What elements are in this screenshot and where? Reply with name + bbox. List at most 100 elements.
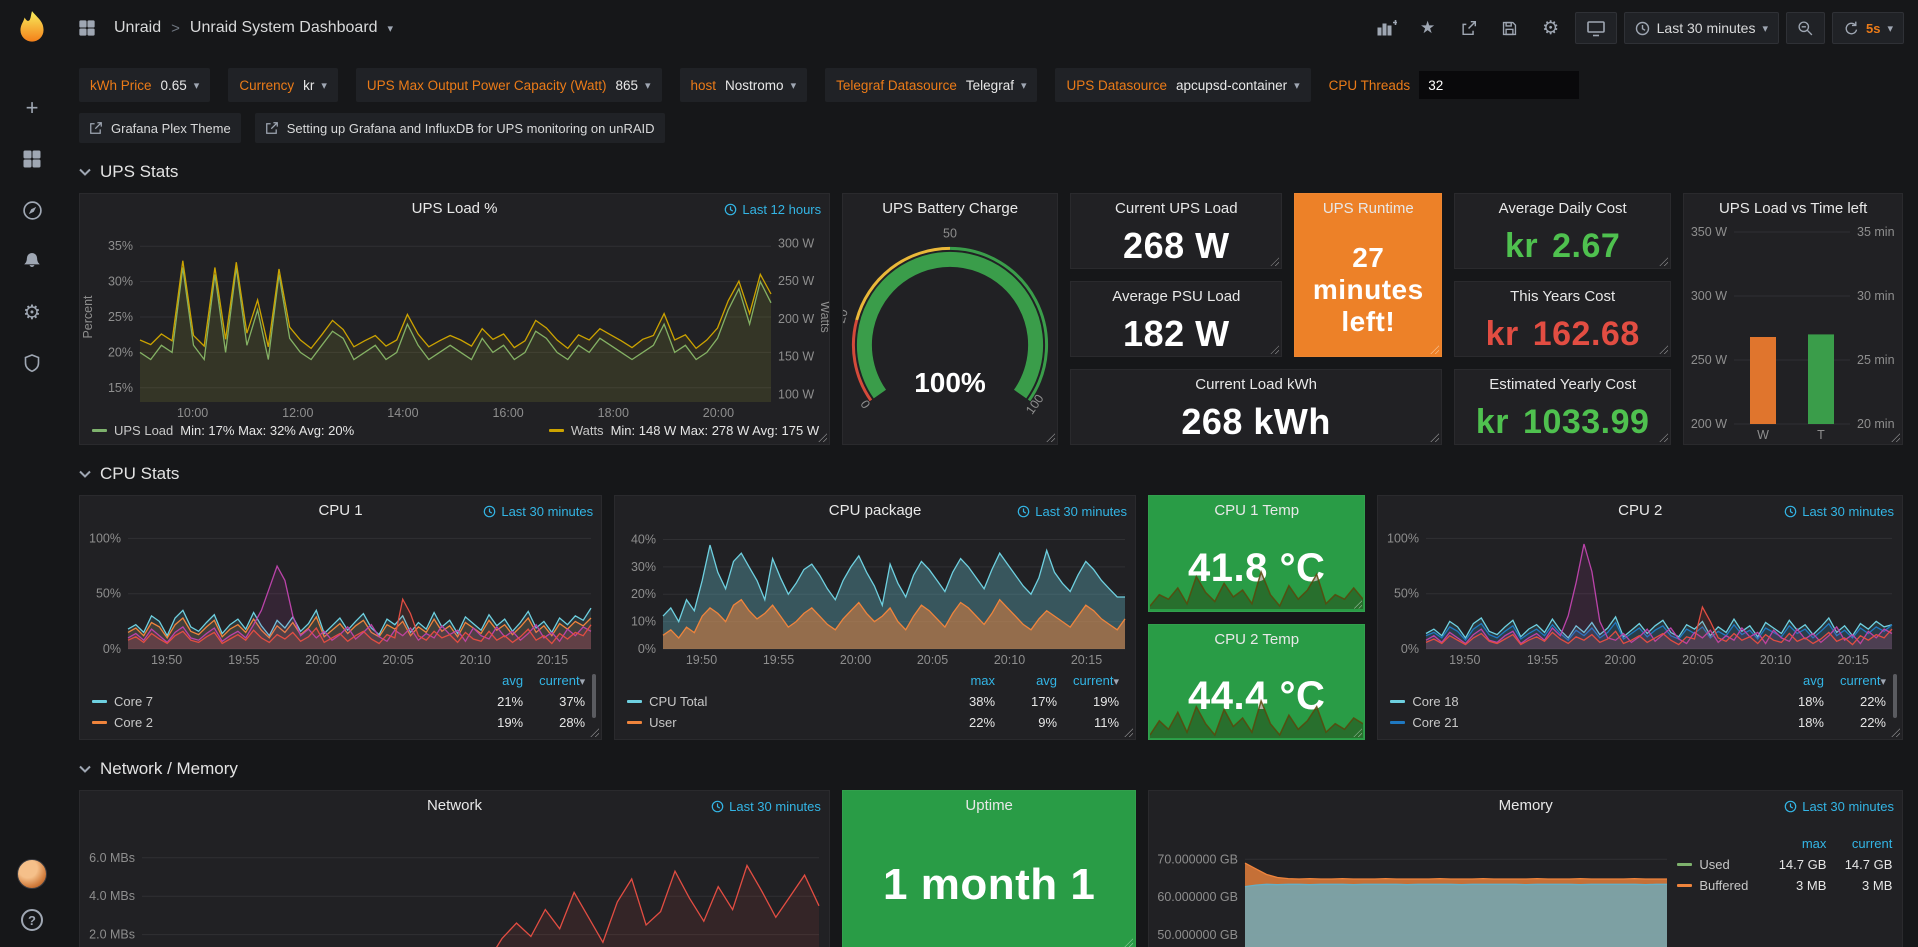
settings-gear-icon[interactable]: ⚙ xyxy=(1534,12,1568,44)
legend-sort-current[interactable]: current xyxy=(1826,836,1892,851)
stat-value: kr1033.99 xyxy=(1455,400,1670,444)
svg-text:20:00: 20:00 xyxy=(1605,653,1636,667)
section-network-memory[interactable]: Network / Memory xyxy=(79,759,1903,779)
panel-time-override[interactable]: Last 30 minutes xyxy=(1784,799,1894,814)
network-chart[interactable]: 6.0 MBs4.0 MBs2.0 MBs xyxy=(80,821,829,947)
svg-text:12:00: 12:00 xyxy=(282,406,313,420)
panel-memory: Memory Last 30 minutes 70.000000 GB60.00… xyxy=(1148,790,1903,947)
legend-row[interactable]: CPU Total38%17%19% xyxy=(627,691,1119,712)
legend-row[interactable]: Used14.7 GB14.7 GB xyxy=(1677,854,1892,875)
stat-value: 182 W xyxy=(1071,312,1281,356)
legend-scrollbar[interactable] xyxy=(1893,674,1897,718)
panel-uptime: Uptime 1 month 1 xyxy=(842,790,1136,947)
svg-text:Percent: Percent xyxy=(81,295,95,339)
cpu-package-chart[interactable]: 40%30%20%10%0%19:5019:5520:0020:0520:102… xyxy=(615,526,1135,669)
chevron-down-icon[interactable]: ▾ xyxy=(388,22,394,35)
panel-cpu1-temp: CPU 1 Temp 41.8 °C xyxy=(1148,495,1365,612)
dashboards-grid-icon[interactable] xyxy=(20,147,44,171)
sidebar-nav: + ⚙ xyxy=(20,96,44,375)
variable-cpu-threads: CPU Threads xyxy=(1329,68,1580,102)
legend: maxavgcurrent▾ CPU Total38%17%19% User22… xyxy=(615,669,1135,739)
explore-compass-icon[interactable] xyxy=(20,198,44,222)
apps-grid-icon[interactable] xyxy=(70,12,104,44)
svg-text:30%: 30% xyxy=(631,560,656,574)
stat-value: kr2.67 xyxy=(1455,224,1670,268)
section-cpu-stats[interactable]: CPU Stats xyxy=(79,464,1903,484)
panel-time-override[interactable]: Last 30 minutes xyxy=(1017,504,1127,519)
panel-time-override[interactable]: Last 30 minutes xyxy=(483,504,593,519)
user-avatar[interactable] xyxy=(17,859,47,889)
svg-text:60.000000 GB: 60.000000 GB xyxy=(1158,890,1239,904)
breadcrumb-folder[interactable]: Unraid xyxy=(114,19,161,37)
time-range-picker[interactable]: Last 30 minutes ▾ xyxy=(1624,12,1779,44)
cpu-threads-input[interactable] xyxy=(1419,71,1579,99)
cycle-view-button[interactable] xyxy=(1575,12,1617,44)
series-color-swatch xyxy=(549,429,564,432)
svg-text:100%: 100% xyxy=(89,531,121,545)
svg-text:100%: 100% xyxy=(1387,531,1419,545)
svg-text:50: 50 xyxy=(943,226,957,240)
svg-text:20:15: 20:15 xyxy=(1838,653,1869,667)
zoom-out-button[interactable] xyxy=(1786,12,1825,44)
svg-text:70.000000 GB: 70.000000 GB xyxy=(1158,852,1239,866)
cpu2-chart[interactable]: 100%50%0%19:5019:5520:0020:0520:1020:15 xyxy=(1378,526,1902,669)
link-grafana-plex-theme[interactable]: Grafana Plex Theme xyxy=(79,113,241,143)
variable-kwh-price: kWh Price 0.65▾ xyxy=(79,68,210,102)
refresh-button[interactable]: 5s ▾ xyxy=(1832,12,1904,44)
legend-row[interactable]: Core 219%28% xyxy=(92,712,585,733)
legend-item[interactable]: WattsMin: 148 W Max: 278 W Avg: 175 W xyxy=(549,423,819,438)
create-plus-icon[interactable]: + xyxy=(20,96,44,120)
grafana-logo-icon[interactable] xyxy=(11,8,53,50)
memory-chart[interactable]: 70.000000 GB60.000000 GB50.000000 GB xyxy=(1149,821,1677,947)
legend-row[interactable]: Core 1818%22% xyxy=(1390,691,1886,712)
variable-host: host Nostromo▾ xyxy=(680,68,808,102)
legend-sort-current[interactable]: current▾ xyxy=(1057,673,1119,688)
link-ups-monitoring-guide[interactable]: Setting up Grafana and InfluxDB for UPS … xyxy=(255,113,665,143)
star-icon[interactable]: ★ xyxy=(1411,12,1445,44)
cpu1-chart[interactable]: 100%50%0%19:5019:5520:0020:0520:1020:15 xyxy=(80,526,601,669)
section-ups-stats[interactable]: UPS Stats xyxy=(79,162,1903,182)
variable-telegraf-datasource: Telegraf Datasource Telegraf▾ xyxy=(825,68,1037,102)
save-icon[interactable] xyxy=(1493,12,1527,44)
svg-text:20:05: 20:05 xyxy=(1683,653,1714,667)
svg-text:40%: 40% xyxy=(631,533,656,547)
legend-row[interactable]: Core 2118%22% xyxy=(1390,712,1886,733)
page-title[interactable]: Unraid System Dashboard xyxy=(190,19,378,37)
panel-time-override[interactable]: Last 12 hours xyxy=(724,202,821,217)
svg-text:200 W: 200 W xyxy=(1691,417,1727,431)
legend-row[interactable]: Buffered3 MB3 MB xyxy=(1677,875,1892,896)
help-icon[interactable]: ? xyxy=(21,909,43,931)
configuration-gear-icon[interactable]: ⚙ xyxy=(20,300,44,324)
legend-sort-current[interactable]: current▾ xyxy=(1824,673,1886,688)
panel-title[interactable]: UPS Load % xyxy=(80,194,829,224)
legend-item[interactable]: UPS LoadMin: 17% Max: 32% Avg: 20% xyxy=(92,423,354,438)
panel-title[interactable]: UPS Battery Charge xyxy=(843,194,1057,224)
svg-text:20:15: 20:15 xyxy=(1071,653,1102,667)
ups-vs-time-chart[interactable]: 350 W300 W250 W200 W35 min30 min25 min20… xyxy=(1684,224,1902,444)
stat-value: 1 month 1 xyxy=(843,821,1135,947)
svg-text:300 W: 300 W xyxy=(778,236,814,250)
chevron-down-icon: ▾ xyxy=(791,79,797,92)
panel-time-override[interactable]: Last 30 minutes xyxy=(711,799,821,814)
stat-value: 268 W xyxy=(1071,224,1281,268)
network-memory-row: Network Last 30 minutes 6.0 MBs4.0 MBs2.… xyxy=(79,790,1903,947)
legend-sort-avg[interactable]: avg xyxy=(461,673,523,688)
svg-text:20 min: 20 min xyxy=(1857,417,1895,431)
svg-text:20%: 20% xyxy=(108,345,133,359)
clock-icon xyxy=(1784,800,1797,813)
ups-load-chart[interactable]: 35%30%25%20%15%300 W250 W200 W150 W100 W… xyxy=(80,224,829,422)
panel-time-override[interactable]: Last 30 minutes xyxy=(1784,504,1894,519)
legend-row[interactable]: User22%9%11% xyxy=(627,712,1119,733)
legend-scrollbar[interactable] xyxy=(592,674,596,718)
legend-sort-current[interactable]: current▾ xyxy=(523,673,585,688)
legend-row[interactable]: Core 721%37% xyxy=(92,691,585,712)
add-panel-icon[interactable] xyxy=(1370,12,1404,44)
share-icon[interactable] xyxy=(1452,12,1486,44)
panel-ups-battery-charge: UPS Battery Charge 02050100100% xyxy=(842,193,1058,445)
legend: avgcurrent▾ Core 721%37% Core 219%28% xyxy=(80,669,601,739)
panel-cpu1: CPU 1 Last 30 minutes 100%50%0%19:5019:5… xyxy=(79,495,602,740)
server-admin-shield-icon[interactable] xyxy=(20,351,44,375)
alerting-bell-icon[interactable] xyxy=(20,249,44,273)
cpu-temp-stats: CPU 1 Temp 41.8 °C CPU 2 Temp 44.4 °C xyxy=(1148,495,1365,740)
svg-text:Watts: Watts xyxy=(818,301,829,332)
